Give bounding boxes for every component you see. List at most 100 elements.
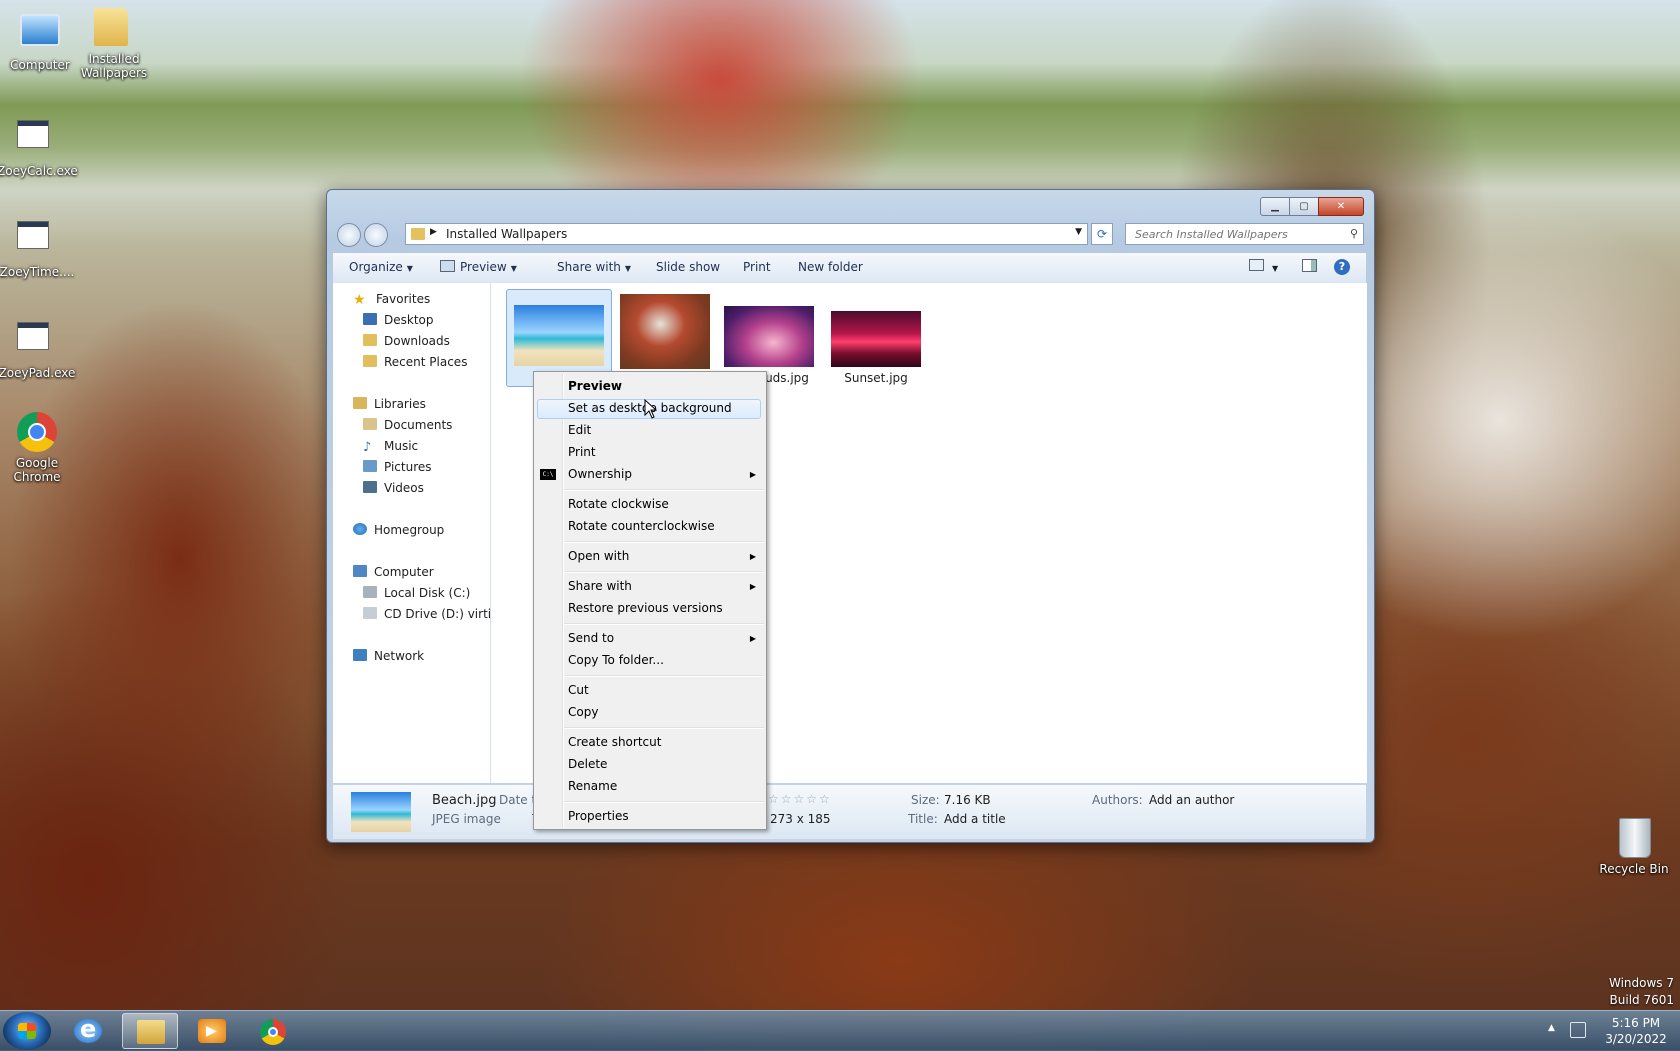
chevron-down-icon[interactable]: ▼: [1075, 227, 1082, 237]
desktop-icon-google-chrome[interactable]: Google Chrome: [0, 412, 77, 484]
menu-item-rotate-counterclockwise[interactable]: Rotate counterclockwise: [568, 519, 715, 533]
details-size-value: 7.16 KB: [944, 793, 991, 807]
cd-drive-icon: [363, 607, 377, 619]
menu-item-preview[interactable]: Preview: [568, 379, 622, 393]
menu-item-rotate-clockwise[interactable]: Rotate clockwise: [568, 497, 669, 511]
menu-separator: [564, 675, 764, 677]
maximize-button[interactable]: ▢: [1289, 197, 1319, 216]
details-title-value[interactable]: Add a title: [944, 812, 1006, 826]
desktop-icon: [363, 313, 377, 325]
chevron-down-icon: ▼: [624, 264, 632, 273]
menu-separator: [564, 489, 764, 491]
image-icon: [440, 260, 455, 272]
new-folder-button[interactable]: New folder: [798, 260, 863, 274]
desktop-icon-zoeypad[interactable]: ZoeyPad.exe: [0, 314, 77, 380]
nav-item-documents[interactable]: Documents: [363, 418, 452, 432]
taskbar-google-chrome[interactable]: [246, 1013, 302, 1049]
nav-item-computer[interactable]: Computer: [353, 565, 434, 579]
menu-item-restore-previous-versions[interactable]: Restore previous versions: [568, 601, 723, 615]
application-icon: [17, 221, 57, 261]
menu-item-open-with[interactable]: Open with: [568, 549, 629, 563]
taskbar-windows-explorer[interactable]: [122, 1013, 178, 1049]
submenu-arrow-icon: ▶: [749, 552, 756, 561]
desktop-icon-label: ZoeyCalc.exe: [0, 164, 78, 178]
search-box[interactable]: ⚲: [1125, 223, 1364, 245]
preview-button[interactable]: Preview ▼: [440, 260, 517, 274]
address-bar[interactable]: ▶ Installed Wallpapers ▼: [405, 223, 1088, 245]
details-authors-value[interactable]: Add an author: [1149, 793, 1234, 807]
menu-item-send-to[interactable]: Send to: [568, 631, 614, 645]
menu-item-ownership[interactable]: Ownership: [568, 467, 632, 481]
navigation-pane: ★ Favorites Desktop Downloads Recent Plac…: [333, 283, 491, 783]
nav-item-desktop[interactable]: Desktop: [363, 313, 434, 327]
nav-item-downloads[interactable]: Downloads: [363, 334, 450, 348]
nav-label: Documents: [384, 418, 453, 432]
menu-item-copy[interactable]: Copy: [568, 705, 598, 719]
menu-item-cut[interactable]: Cut: [568, 683, 589, 697]
print-button[interactable]: Print: [743, 260, 771, 274]
nav-item-music[interactable]: ♪ Music: [363, 439, 418, 455]
os-watermark: Windows 7 Build 7601: [1609, 975, 1674, 1009]
file-item-beach[interactable]: [506, 289, 612, 387]
nav-label: Computer: [374, 565, 434, 579]
menu-item-print[interactable]: Print: [568, 445, 596, 459]
beach-thumbnail: [514, 305, 604, 366]
nav-label: Videos: [384, 481, 424, 495]
breadcrumb[interactable]: Installed Wallpapers: [446, 227, 567, 241]
rating-stars[interactable]: ☆☆☆☆☆: [768, 792, 832, 806]
desktop-icon-label: ZoeyPad.exe: [0, 366, 76, 380]
help-icon: ?: [1334, 259, 1350, 275]
command-bar: Organize ▼ Preview ▼ Share with ▼ Slide sho…: [333, 252, 1366, 284]
desktop-icon-zoeycalc[interactable]: ZoeyCalc.exe: [0, 112, 78, 178]
nav-item-videos[interactable]: Videos: [363, 481, 424, 495]
nav-item-pictures[interactable]: Pictures: [363, 460, 432, 474]
refresh-button[interactable]: ⟳: [1091, 223, 1113, 245]
nav-item-local-disk[interactable]: Local Disk (C:): [363, 586, 470, 600]
details-size-label: Size:: [911, 793, 940, 807]
desktop-icon-zoeytime[interactable]: ZoeyTime....: [0, 213, 77, 279]
menu-item-create-shortcut[interactable]: Create shortcut: [568, 735, 661, 749]
submenu-arrow-icon: ▶: [749, 582, 756, 591]
desktop-icon-recycle-bin[interactable]: Recycle Bin: [1594, 816, 1674, 876]
file-item-chickens[interactable]: [617, 294, 713, 373]
share-with-button[interactable]: Share with ▼: [557, 260, 631, 274]
help-button[interactable]: ?: [1334, 259, 1350, 275]
desktop-icon-computer[interactable]: Computer: [0, 10, 80, 72]
menu-item-share-with[interactable]: Share with: [568, 579, 632, 593]
breadcrumb-arrow-icon[interactable]: ▶: [430, 227, 437, 237]
slide-show-button[interactable]: Slide show: [656, 260, 720, 274]
file-item-sunset[interactable]: Sunset.jpg: [828, 311, 924, 385]
organize-button[interactable]: Organize ▼: [349, 260, 413, 274]
menu-item-rename[interactable]: Rename: [568, 779, 617, 793]
nav-item-favorites[interactable]: ★ Favorites: [353, 292, 430, 308]
submenu-arrow-icon: ▶: [749, 470, 756, 479]
minimize-button[interactable]: ▁: [1260, 197, 1290, 216]
change-view-button[interactable]: ▼: [1249, 259, 1278, 274]
nav-item-recent-places[interactable]: Recent Places: [363, 355, 467, 369]
back-button[interactable]: [337, 223, 361, 247]
preview-pane-button[interactable]: [1302, 259, 1317, 275]
show-hidden-icons-button[interactable]: ▲: [1548, 1023, 1555, 1033]
forward-button[interactable]: [364, 223, 388, 247]
taskbar-media-player[interactable]: [184, 1013, 240, 1049]
nav-item-cd-drive[interactable]: CD Drive (D:) virtio-w: [363, 607, 491, 621]
menu-item-properties[interactable]: Properties: [568, 809, 629, 823]
nav-label: CD Drive (D:) virtio-w: [384, 607, 491, 621]
taskbar-internet-explorer[interactable]: [60, 1013, 116, 1049]
desktop-icon-installed-wallpapers[interactable]: Installed Wallpapers: [74, 8, 154, 80]
clock[interactable]: 5:16 PM 3/20/2022: [1600, 1015, 1672, 1047]
menu-item-delete[interactable]: Delete: [568, 757, 607, 771]
details-authors-label: Authors:: [1092, 793, 1143, 807]
window-controls: ▁ ▢ ✕: [1260, 197, 1364, 216]
menu-item-edit[interactable]: Edit: [568, 423, 591, 437]
nav-item-homegroup[interactable]: Homegroup: [353, 523, 444, 537]
computer-icon: [20, 14, 60, 54]
start-button[interactable]: [3, 1012, 51, 1050]
menu-item-copy-to-folder[interactable]: Copy To folder...: [568, 653, 664, 667]
search-icon[interactable]: ⚲: [1350, 227, 1358, 240]
search-input[interactable]: [1133, 227, 1337, 242]
nav-item-libraries[interactable]: Libraries: [353, 397, 426, 411]
action-center-icon[interactable]: [1570, 1022, 1586, 1038]
close-button[interactable]: ✕: [1318, 197, 1364, 216]
nav-item-network[interactable]: Network: [353, 649, 424, 663]
